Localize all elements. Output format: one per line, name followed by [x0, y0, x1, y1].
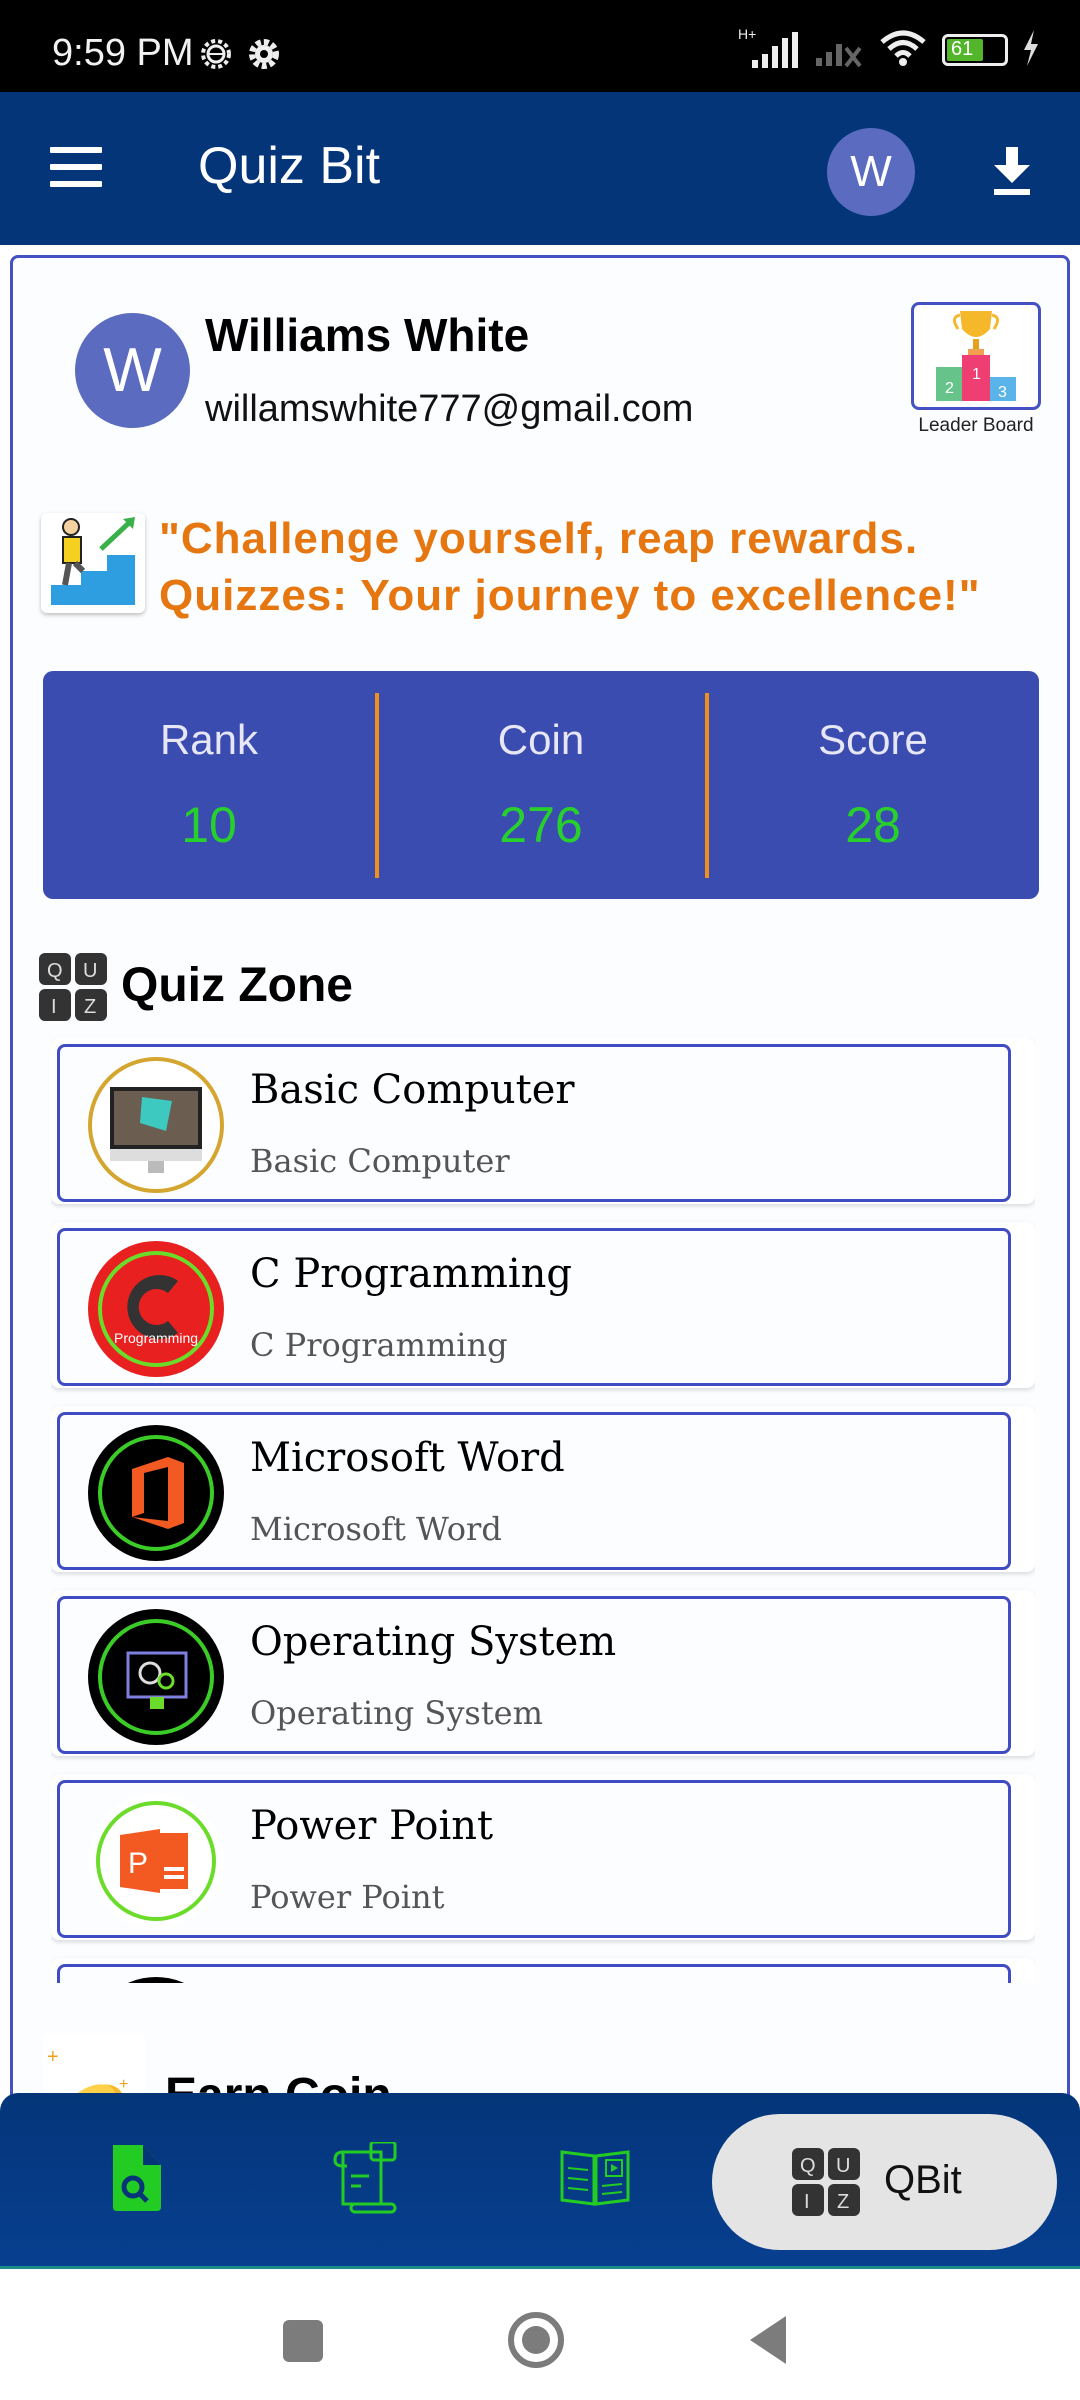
stat-label: Rank	[159, 716, 259, 763]
quiz-item-basic-computer[interactable]: Basic Computer Basic Computer	[51, 1038, 1035, 1204]
leaderboard-label[interactable]: Leader Board	[905, 415, 1047, 437]
back-button[interactable]	[748, 2314, 788, 2371]
stat-value: 10	[181, 797, 237, 853]
motivational-quote: "Challenge yourself, reap rewards. Quizz…	[159, 510, 1059, 624]
svg-text:U: U	[836, 2155, 850, 2177]
quiz-item-c-programming[interactable]: Programming C Programming C Programming	[51, 1222, 1035, 1388]
nav-book-video[interactable]	[550, 2133, 640, 2223]
quiz-tiles-icon: Q U I Z	[39, 953, 107, 1021]
quiz-item-microsoft-word[interactable]: Microsoft Word Microsoft Word	[51, 1406, 1035, 1572]
system-navigation-bar	[0, 2269, 1080, 2400]
app-bar: Quiz Bit W	[0, 92, 1080, 245]
home-button[interactable]	[508, 2312, 564, 2368]
quiz-title: Basic Computer	[250, 1067, 575, 1113]
network-type: H+	[738, 26, 757, 42]
climbing-stairs-icon	[41, 513, 145, 613]
svg-text:Q: Q	[47, 960, 63, 982]
nav-qbit-active[interactable]: Q U I Z QBit	[712, 2114, 1057, 2250]
quiz-subtitle: Power Point	[250, 1878, 445, 1916]
book-video-icon	[560, 2150, 630, 2206]
svg-text:3: 3	[998, 384, 1007, 401]
svg-text:Z: Z	[84, 996, 96, 1018]
back-triangle-icon	[750, 2316, 786, 2364]
operating-system-thumbnail	[88, 1609, 224, 1745]
svg-text:Programming: Programming	[114, 1330, 198, 1346]
battery-icon: 61	[942, 34, 1008, 66]
microsoft-office-thumbnail	[88, 1425, 224, 1561]
quiz-list[interactable]: Basic Computer Basic Computer Programmin…	[51, 1038, 1035, 1983]
nav-document-search[interactable]	[92, 2133, 182, 2223]
svg-text:Z: Z	[837, 2191, 849, 2213]
quote-line-1: "Challenge yourself, reap rewards.	[159, 514, 919, 563]
document-search-icon	[113, 2145, 161, 2211]
app-title: Quiz Bit	[198, 137, 381, 195]
status-time: 9:59 PM	[52, 32, 194, 74]
quiz-subtitle: Basic Computer	[250, 1142, 510, 1180]
svg-text:P: P	[128, 1847, 148, 1880]
profile-email: willamswhite777@gmail.com	[205, 388, 694, 430]
svg-text:2: 2	[945, 380, 954, 397]
bottom-navigation: Q U I Z QBit	[0, 2093, 1080, 2269]
nav-scroll-chat[interactable]	[320, 2133, 410, 2223]
hamburger-menu-icon[interactable]	[50, 147, 102, 187]
c-programming-thumbnail: Programming	[88, 1241, 224, 1377]
quiz-subtitle: Microsoft Word	[250, 1510, 502, 1548]
stat-label: Score	[818, 716, 928, 763]
quiz-title: Microsoft Word	[250, 1435, 565, 1481]
leaderboard-button[interactable]: 2 1 3	[911, 302, 1041, 410]
profile-name: Williams White	[205, 309, 530, 361]
main-card: W Williams White willamswhite777@gmail.c…	[10, 255, 1070, 2155]
quiz-title: Power Point	[250, 1803, 494, 1849]
signal-no-service-icon	[814, 28, 864, 73]
quiz-title: C Programming	[250, 1251, 573, 1297]
svg-text:I: I	[804, 2191, 810, 2213]
battery-level: 61	[951, 38, 974, 60]
scroll-chat-icon	[333, 2142, 397, 2214]
quiz-subtitle: Operating System	[250, 1694, 543, 1732]
podium-trophy-icon: 2 1 3	[936, 311, 1016, 401]
status-bar: 9:59 PM H+ 61	[0, 0, 1080, 92]
quiz-item-power-point[interactable]: P Power Point Power Point	[51, 1774, 1035, 1940]
basic-computer-thumbnail	[88, 1057, 224, 1193]
stat-coin: Coin 276	[375, 671, 707, 899]
svg-text:1: 1	[972, 366, 981, 383]
status-icons: H+ 61	[734, 26, 1040, 73]
stat-rank: Rank 10	[43, 671, 375, 899]
settings-gear-icon	[246, 36, 282, 72]
stat-score: Score 28	[707, 671, 1039, 899]
quiz-subtitle: C Programming	[250, 1326, 508, 1364]
debug-gear-icon	[198, 36, 234, 72]
header-avatar[interactable]: W	[827, 128, 915, 216]
stat-value: 28	[845, 797, 901, 853]
recent-apps-button[interactable]	[283, 2320, 323, 2362]
svg-text:I: I	[51, 996, 57, 1018]
quiz-zone-title: Quiz Zone	[121, 959, 353, 1012]
svg-text:U: U	[83, 960, 97, 982]
quiz-icon: Q U I Z	[792, 2148, 860, 2221]
stat-label: Coin	[497, 716, 585, 763]
quiz-thumbnail	[88, 1977, 224, 1983]
svg-text:+: +	[47, 2046, 59, 2068]
profile-avatar[interactable]: W	[75, 313, 190, 428]
quiz-item-operating-system[interactable]: Operating System Operating System	[51, 1590, 1035, 1756]
stats-card: Rank 10 Coin 276 Score 28	[43, 671, 1039, 899]
nav-qbit-label: QBit	[884, 2158, 962, 2202]
download-icon[interactable]	[990, 147, 1034, 195]
powerpoint-thumbnail: P	[88, 1793, 224, 1929]
quote-line-2: Quizzes: Your journey to excellence!"	[159, 571, 981, 620]
signal-h-plus-icon: H+	[734, 26, 800, 70]
svg-text:+: +	[119, 2076, 128, 2093]
stat-value: 276	[499, 797, 583, 853]
quiz-title: Operating System	[250, 1619, 617, 1665]
quiz-item-partial[interactable]	[51, 1958, 1035, 1983]
wifi-icon	[878, 28, 928, 73]
charging-bolt-icon	[1022, 29, 1040, 71]
svg-text:Q: Q	[800, 2155, 816, 2177]
